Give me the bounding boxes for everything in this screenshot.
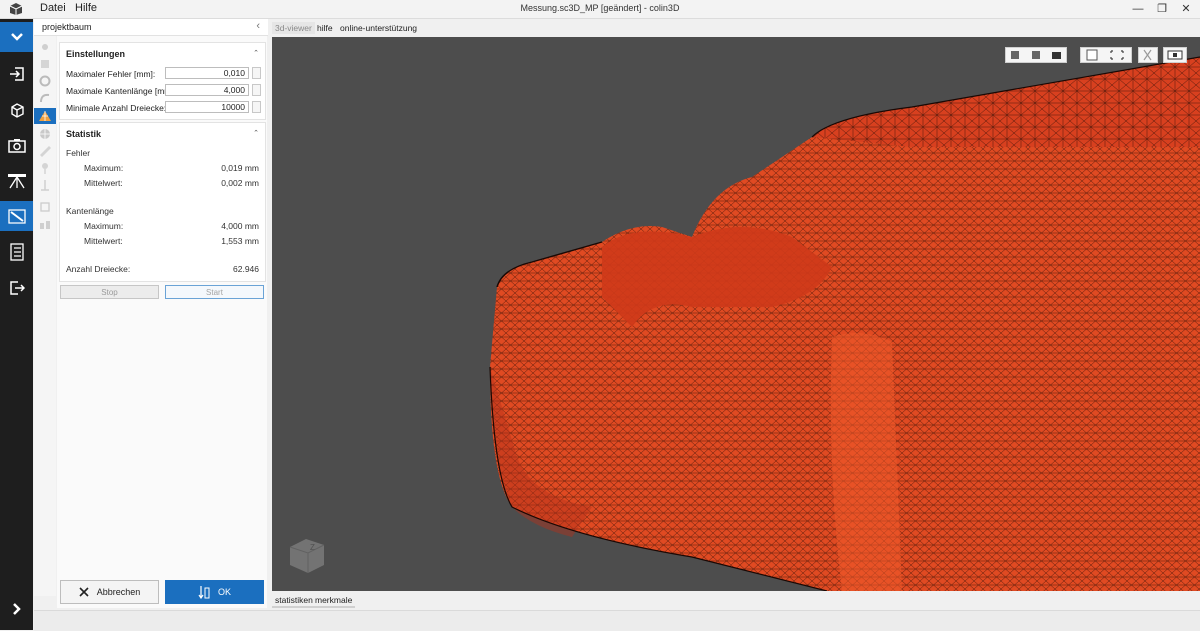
report-button[interactable]	[0, 237, 33, 267]
list-icon	[9, 243, 24, 261]
max-edge-label: Maximale Kantenlänge [mn	[66, 86, 170, 96]
statistics-collapse-icon[interactable]: ⌃	[253, 129, 259, 137]
mesh-reduction-panel: Einstellungen ⌃ Maximaler Fehler [mm]: 0…	[57, 36, 267, 608]
close-icon	[79, 587, 89, 597]
max-edge-input[interactable]: 4,000	[165, 84, 249, 96]
view-mode-group[interactable]	[1005, 47, 1067, 63]
min-triangles-stepper[interactable]	[252, 101, 261, 113]
tab-statistics[interactable]: statistiken	[272, 594, 316, 608]
ok-label: OK	[217, 587, 231, 597]
minimize-button[interactable]: —	[1130, 1, 1146, 17]
max-error-label: Maximaler Fehler [mm]:	[66, 69, 156, 79]
reduce-mesh-tool[interactable]	[34, 108, 56, 124]
sphere-mesh-icon[interactable]	[38, 128, 52, 140]
triangles-value: 62.946	[233, 264, 259, 274]
svg-text:Z: Z	[310, 543, 315, 552]
error-max-value: 0,019 mm	[221, 163, 259, 173]
clip-button[interactable]	[1138, 47, 1158, 63]
min-triangles-input[interactable]: 10000	[165, 101, 249, 113]
arc-tool-icon[interactable]	[38, 92, 52, 104]
project-tree-header[interactable]: projektbaum ‹	[34, 19, 268, 36]
align-tool-icon[interactable]	[38, 179, 52, 191]
main-sidebar	[0, 19, 33, 630]
window-title: Messung.sc3D_MP [geändert] - colin3D	[520, 3, 680, 13]
3d-viewer[interactable]: Z	[272, 37, 1200, 591]
tab-features[interactable]: merkmale	[312, 594, 356, 608]
box-tool-icon[interactable]	[38, 201, 52, 213]
scissors-icon	[1143, 49, 1152, 61]
scanner-icon	[7, 174, 26, 189]
camera-icon	[7, 138, 26, 153]
screen-icon	[1167, 50, 1183, 60]
stop-button[interactable]: Stop	[60, 285, 159, 299]
ok-button[interactable]: OK	[165, 580, 264, 604]
error-mean-label: Mittelwert:	[84, 178, 123, 188]
chevron-down-icon	[10, 33, 23, 41]
login-arrow-icon	[9, 67, 24, 81]
maximize-button[interactable]: ❐	[1154, 1, 1170, 17]
grid-small-icon[interactable]	[38, 58, 52, 70]
apply-arrow-icon	[198, 586, 210, 599]
settings-small-icon[interactable]	[38, 41, 52, 53]
settings-group: Einstellungen ⌃ Maximaler Fehler [mm]: 0…	[59, 42, 266, 120]
expand-sidebar-button[interactable]	[0, 594, 33, 624]
collapse-panel-button[interactable]: ‹	[256, 20, 260, 32]
viewpoint-icon	[1011, 51, 1061, 59]
screenshot-button[interactable]	[1163, 47, 1187, 63]
cube-icon	[10, 103, 24, 118]
max-error-input[interactable]: 0,010	[165, 67, 249, 79]
tab-help[interactable]: hilfe	[314, 22, 336, 34]
edge-heading: Kantenlänge	[66, 206, 114, 216]
error-max-label: Maximum:	[84, 163, 124, 173]
mesh-edit-icon	[7, 209, 26, 224]
mesh-button[interactable]	[0, 201, 33, 231]
triangles-label: Anzahl Dreiecke:	[66, 264, 131, 274]
render-mode-group[interactable]	[1080, 47, 1132, 63]
orientation-cube-icon[interactable]: Z	[289, 539, 325, 573]
cancel-label: Abbrechen	[96, 587, 141, 597]
logout-arrow-icon	[9, 281, 25, 295]
scanner-button[interactable]	[0, 166, 33, 196]
pin-tool-icon[interactable]	[38, 162, 52, 174]
edge-mean-label: Mittelwert:	[84, 236, 123, 246]
bars-tool-icon[interactable]	[38, 218, 52, 230]
brush-tool-icon[interactable]	[38, 145, 52, 157]
mesh-surface[interactable]: Z	[272, 37, 1200, 591]
start-button[interactable]: Start	[165, 285, 264, 299]
tool-strip	[34, 36, 56, 596]
edge-max-value: 4,000 mm	[221, 221, 259, 231]
close-button[interactable]: ✕	[1178, 1, 1194, 17]
error-mean-value: 0,002 mm	[221, 178, 259, 188]
object-button[interactable]	[0, 95, 33, 125]
tab-3d-viewer[interactable]: 3d-viewer	[272, 22, 315, 34]
min-triangles-label: Minimale Anzahl Dreiecke:	[66, 103, 167, 113]
circle-tool-icon[interactable]	[38, 75, 52, 87]
error-heading: Fehler	[66, 148, 91, 158]
capture-button[interactable]	[0, 130, 33, 160]
statistics-title: Statistik	[66, 129, 102, 139]
chevron-right-icon	[12, 603, 21, 615]
render-mode-icon	[1086, 49, 1124, 61]
triangle-mesh-icon	[39, 111, 51, 121]
status-bar	[34, 610, 1200, 631]
tab-online-support[interactable]: online-unterstützung	[337, 22, 420, 34]
import-button[interactable]	[0, 59, 33, 89]
max-edge-stepper[interactable]	[252, 84, 261, 96]
settings-title: Einstellungen	[66, 49, 126, 59]
collapse-menu-button[interactable]	[0, 22, 33, 52]
statistics-group: Statistik ⌃ Fehler Maximum: 0,019 mm Mit…	[59, 122, 266, 282]
max-error-stepper[interactable]	[252, 67, 261, 79]
cancel-button[interactable]: Abbrechen	[60, 580, 159, 604]
edge-max-label: Maximum:	[84, 221, 124, 231]
export-button[interactable]	[0, 273, 33, 303]
title-bar: Datei Hilfe Messung.sc3D_MP [geändert] -…	[0, 0, 1200, 19]
settings-collapse-icon[interactable]: ⌃	[253, 49, 259, 57]
project-tree-title: projektbaum	[42, 22, 92, 32]
edge-mean-value: 1,553 mm	[221, 236, 259, 246]
